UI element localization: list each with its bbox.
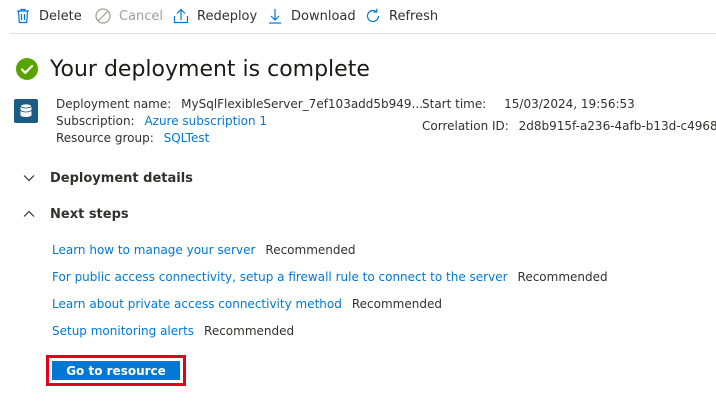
mysql-server-icon xyxy=(14,99,38,123)
delete-label: Delete xyxy=(39,8,82,24)
resource-group-label: Resource group: xyxy=(56,131,154,145)
cancel-button[interactable]: Cancel xyxy=(94,5,163,27)
chevron-up-icon xyxy=(23,210,35,217)
success-check-icon xyxy=(16,58,38,80)
correlation-id-row: Correlation ID: 2d8b915f-a236-4afb-b13d-… xyxy=(422,118,716,135)
deployment-name-value: MySqlFlexibleServer_7ef103add5b949... xyxy=(181,97,424,111)
resource-group-row: Resource group: SQLTest xyxy=(56,130,209,147)
download-icon xyxy=(269,9,281,24)
recommended-tag: Recommended xyxy=(204,324,295,338)
delete-button[interactable]: Delete xyxy=(14,5,82,27)
deployment-overview-page: Delete Cancel Redeploy Download Refresh … xyxy=(0,0,716,403)
next-steps-label: Next steps xyxy=(50,206,129,222)
private-access-link[interactable]: Learn about private access connectivity … xyxy=(52,296,342,313)
recommended-tag: Recommended xyxy=(265,243,356,257)
chevron-down-icon xyxy=(23,175,35,182)
trash-icon xyxy=(17,8,29,24)
recommended-tag: Recommended xyxy=(517,270,608,284)
refresh-icon xyxy=(366,8,380,23)
cancel-label: Cancel xyxy=(119,8,164,24)
refresh-button[interactable]: Refresh xyxy=(364,5,438,27)
go-to-resource-button[interactable]: Go to resource xyxy=(52,361,180,380)
toolbar-divider xyxy=(10,33,716,34)
cancel-icon xyxy=(95,8,111,24)
upload-icon xyxy=(173,8,189,24)
go-to-resource-highlight: Go to resource xyxy=(46,355,186,386)
next-step-item: Setup monitoring alerts Recommended xyxy=(52,323,294,340)
resource-group-link[interactable]: SQLTest xyxy=(164,131,210,145)
subscription-row: Subscription: Azure subscription 1 xyxy=(56,113,267,130)
deployment-name-row: Deployment name: MySqlFlexibleServer_7ef… xyxy=(56,96,423,113)
manage-server-link[interactable]: Learn how to manage your server xyxy=(52,242,255,259)
recommended-tag: Recommended xyxy=(351,297,442,311)
next-step-item: Learn how to manage your server Recommen… xyxy=(52,242,356,259)
deployment-details-toggle[interactable]: Deployment details xyxy=(22,168,193,188)
download-button[interactable]: Download xyxy=(266,5,356,27)
page-title: Your deployment is complete xyxy=(50,56,370,82)
start-time-row: Start time: 15/03/2024, 19:56:53 xyxy=(422,96,635,113)
command-bar: Delete Cancel Redeploy Download Refresh xyxy=(0,0,716,33)
refresh-label: Refresh xyxy=(389,8,439,24)
subscription-link[interactable]: Azure subscription 1 xyxy=(144,114,267,128)
start-time-value: 15/03/2024, 19:56:53 xyxy=(504,97,635,111)
next-steps-toggle[interactable]: Next steps xyxy=(22,204,129,224)
correlation-id-label: Correlation ID: xyxy=(422,119,509,133)
next-step-item: For public access connectivity, setup a … xyxy=(52,269,608,286)
firewall-rule-link[interactable]: For public access connectivity, setup a … xyxy=(52,269,508,286)
subscription-label: Subscription: xyxy=(56,114,135,128)
start-time-label: Start time: xyxy=(422,97,487,111)
deployment-details-label: Deployment details xyxy=(50,170,193,186)
redeploy-label: Redeploy xyxy=(197,8,258,24)
deployment-name-label: Deployment name: xyxy=(56,97,172,111)
monitoring-alerts-link[interactable]: Setup monitoring alerts xyxy=(52,323,194,340)
next-step-item: Learn about private access connectivity … xyxy=(52,296,442,313)
correlation-id-value: 2d8b915f-a236-4afb-b13d-c4968 xyxy=(518,119,716,133)
title-row: Your deployment is complete xyxy=(16,53,370,85)
redeploy-button[interactable]: Redeploy xyxy=(172,5,257,27)
download-label: Download xyxy=(291,8,356,24)
